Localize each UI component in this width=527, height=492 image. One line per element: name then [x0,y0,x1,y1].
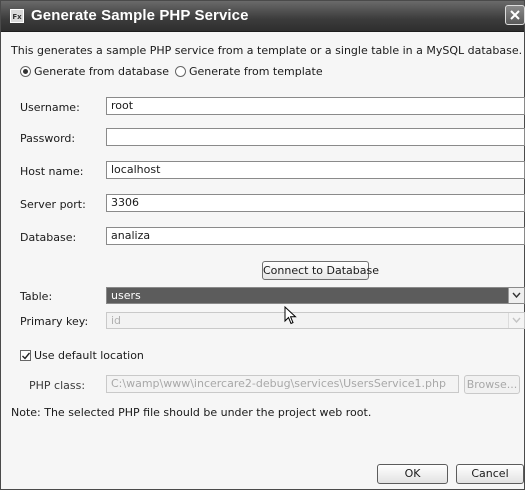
chevron-down-icon [512,317,521,323]
description-text: This generates a sample PHP service from… [11,44,523,57]
password-label: Password: [20,132,76,145]
table-selected-value: users [111,289,141,302]
generate-php-service-dialog: Fx Generate Sample PHP Service This gene… [0,0,525,490]
primary-key-dropdown-arrow[interactable] [508,313,524,328]
database-label: Database: [20,231,77,244]
server-port-label: Server port: [20,198,86,211]
table-label: Table: [20,290,53,303]
host-name-field[interactable]: localhost [106,161,525,179]
source-options: Generate from database Generate from tem… [20,65,329,78]
radio-label-database[interactable]: Generate from database [34,65,169,78]
table-dropdown-arrow[interactable] [508,288,524,303]
radio-generate-from-template[interactable] [174,66,186,77]
checkmark-icon [22,352,30,360]
php-class-field[interactable]: C:\wamp\www\incercare2-debug\services\Us… [106,375,459,393]
ok-button[interactable]: OK [377,464,448,484]
primary-key-selected-value: id [111,314,122,327]
table-select[interactable]: users [106,287,525,304]
use-default-location-label[interactable]: Use default location [34,349,144,362]
use-default-location-row: Use default location [20,349,144,362]
browse-button[interactable]: Browse... [464,375,520,394]
mouse-cursor-icon [284,306,297,325]
radio-label-template[interactable]: Generate from template [189,65,323,78]
note-text: Note: The selected PHP file should be un… [11,406,372,419]
radio-generate-from-database[interactable] [20,66,31,77]
flex-app-icon: Fx [10,9,24,23]
host-name-label: Host name: [20,165,84,178]
php-class-label: PHP class: [29,379,86,392]
database-field[interactable]: analiza [106,227,525,245]
close-icon [510,10,520,20]
password-field[interactable] [106,128,525,146]
cancel-button[interactable]: Cancel [456,464,524,484]
dialog-title: Generate Sample PHP Service [31,7,249,24]
title-bar[interactable]: Fx Generate Sample PHP Service [1,1,525,32]
primary-key-select[interactable]: id [106,312,525,329]
chevron-down-icon [512,292,521,298]
use-default-location-checkbox[interactable] [20,350,31,361]
close-button[interactable] [505,5,525,25]
server-port-field[interactable]: 3306 [106,194,525,212]
username-label: Username: [20,101,80,114]
connect-to-database-button[interactable]: Connect to Database [262,261,379,280]
username-field[interactable]: root [106,97,525,115]
primary-key-label: Primary key: [20,315,89,328]
